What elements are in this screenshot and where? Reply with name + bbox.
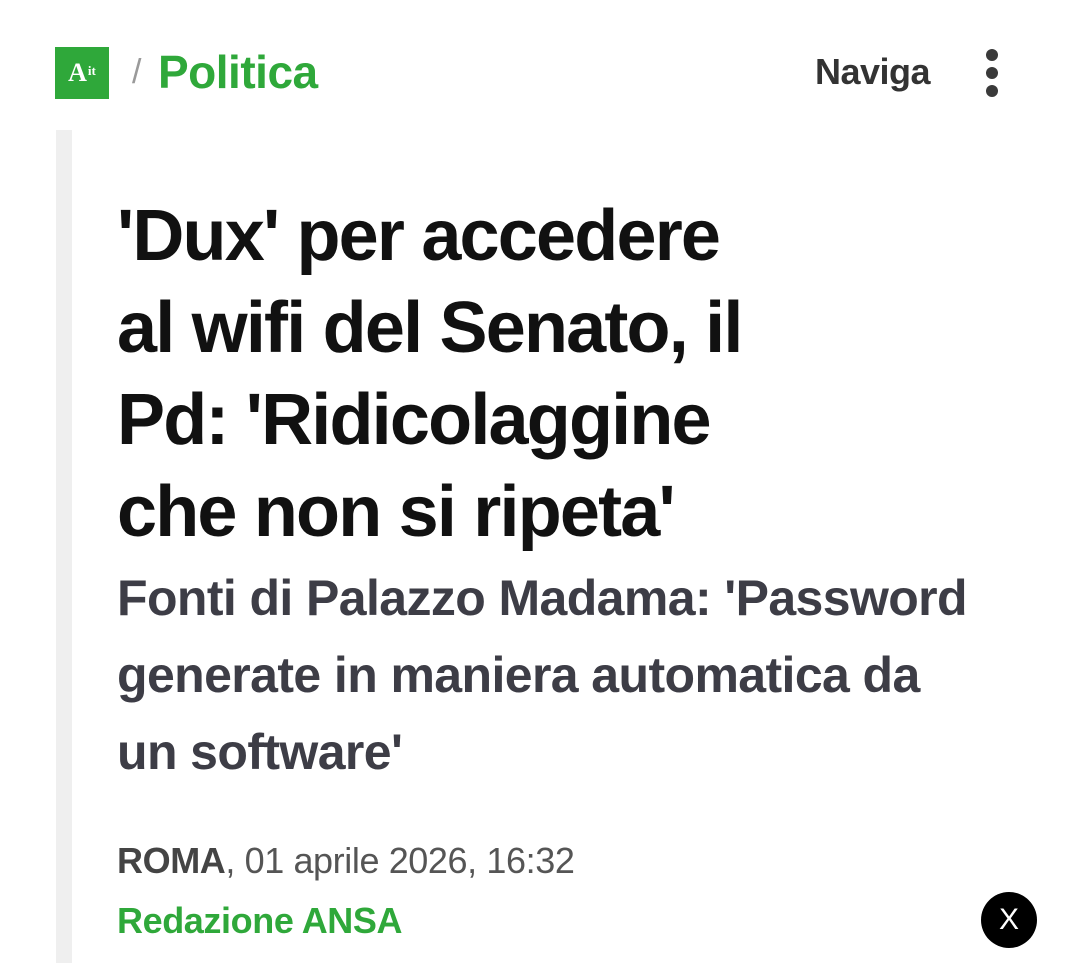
menu-dot — [986, 85, 998, 97]
subtitle-line: Fonti di Palazzo Madama: 'Password — [117, 570, 968, 626]
author-link[interactable]: Redazione ANSA — [117, 898, 403, 944]
close-button[interactable]: X — [981, 892, 1037, 948]
logo-letter: A — [68, 58, 87, 87]
menu-dot — [986, 67, 998, 79]
section-link-politica[interactable]: Politica — [158, 44, 318, 100]
top-bar: A it / Politica Naviga — [0, 0, 1080, 130]
headline-line: al wifi del Senato, il — [117, 288, 743, 368]
naviga-button[interactable]: Naviga — [815, 50, 931, 94]
menu-dot — [986, 49, 998, 61]
subtitle-line: generate in maniera automatica da — [117, 647, 920, 703]
dateline-date: , 01 aprile 2026, 16:32 — [225, 840, 575, 881]
article-side-rail — [56, 130, 72, 963]
article-headline: 'Dux' per accedere al wifi del Senato, i… — [117, 190, 1017, 558]
breadcrumb-separator: / — [132, 53, 142, 91]
more-vertical-icon[interactable] — [972, 49, 1012, 97]
headline-line: 'Dux' per accedere — [117, 196, 721, 276]
logo-suffix: it — [87, 62, 96, 78]
headline-line: Pd: 'Ridicolaggine — [117, 380, 712, 460]
article-dateline: ROMA, 01 aprile 2026, 16:32 — [117, 838, 575, 884]
dateline-place: ROMA — [117, 840, 226, 881]
headline-line: che non si ripeta' — [117, 472, 676, 552]
subtitle-line: un software' — [117, 724, 403, 780]
article-subtitle: Fonti di Palazzo Madama: 'Password gener… — [117, 560, 1037, 791]
ansa-logo[interactable]: A it — [55, 47, 109, 99]
